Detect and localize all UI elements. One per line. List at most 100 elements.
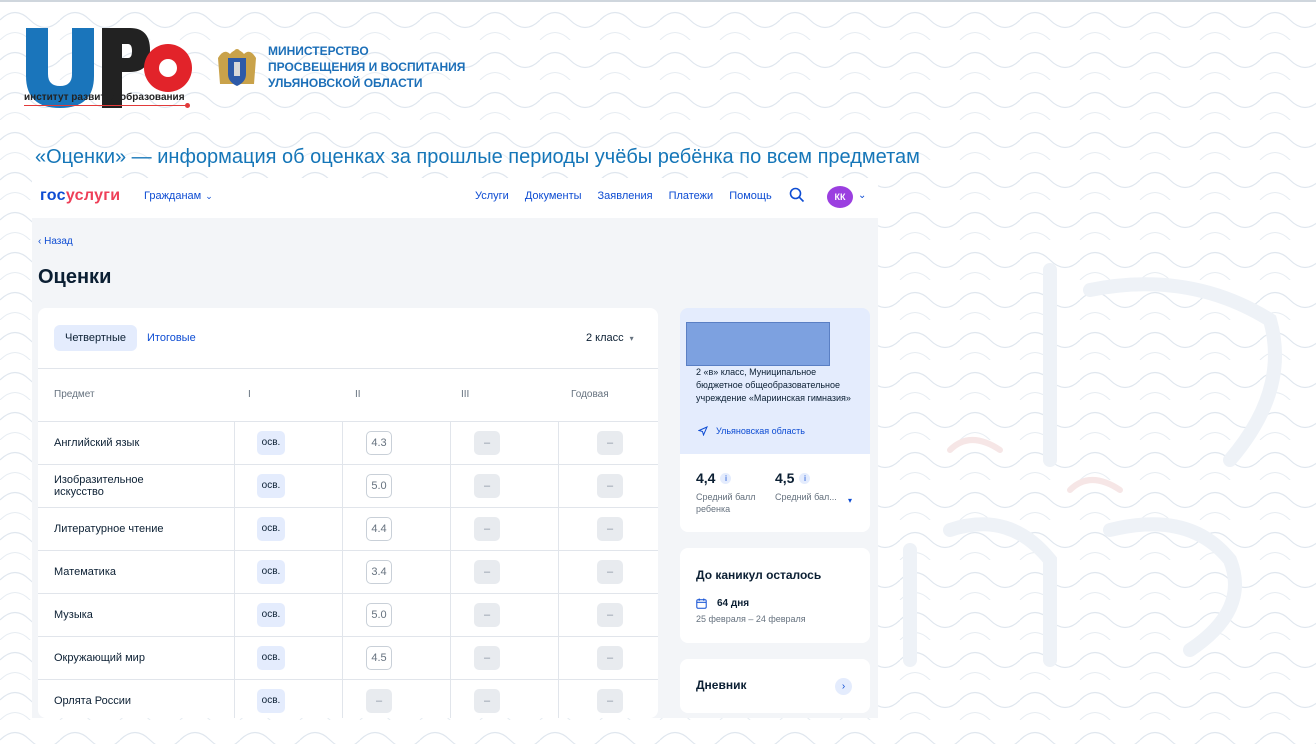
column-divider bbox=[450, 637, 451, 679]
column-divider bbox=[558, 422, 559, 464]
chevron-right-icon[interactable]: › bbox=[835, 678, 852, 695]
column-divider bbox=[342, 465, 343, 507]
vacation-title: До каникул осталось bbox=[696, 568, 822, 582]
info-icon[interactable]: i bbox=[720, 473, 732, 484]
subject-name: Окружающий мир bbox=[54, 652, 145, 664]
nav-item-documents[interactable]: Документы bbox=[525, 190, 582, 202]
grade-mastered-chip[interactable]: осв. bbox=[257, 560, 285, 584]
ministry-name: МИНИСТЕРСТВО ПРОСВЕЩЕНИЯ И ВОСПИТАНИЯ УЛ… bbox=[268, 43, 465, 91]
main-nav: Услуги Документы Заявления Платежи Помощ… bbox=[475, 190, 772, 202]
column-divider bbox=[558, 508, 559, 550]
vacation-card: До каникул осталось 64 дня 25 февраля – … bbox=[680, 548, 870, 643]
ministry-line: ПРОСВЕЩЕНИЯ И ВОСПИТАНИЯ bbox=[268, 60, 466, 74]
column-divider bbox=[234, 551, 235, 593]
average-class: 4,5 i Средний бал... bbox=[775, 470, 849, 503]
table-row: Изобразительное искусство осв. 5.0 – – bbox=[38, 465, 658, 508]
tab-quarterly[interactable]: Четвертные bbox=[54, 325, 137, 351]
grade-empty-chip: – bbox=[474, 474, 500, 498]
ministry-line: УЛЬЯНОВСКОЙ ОБЛАСТИ bbox=[268, 76, 423, 90]
grade-empty-chip: – bbox=[597, 646, 623, 670]
grade-value-chip[interactable]: 5.0 bbox=[366, 603, 392, 627]
grade-mastered-chip[interactable]: осв. bbox=[257, 646, 285, 670]
subject-name: Английский язык bbox=[54, 437, 140, 449]
nav-item-applications[interactable]: Заявления bbox=[598, 190, 653, 202]
average-class-value: 4,5 bbox=[775, 470, 795, 486]
average-child: 4,4 i Средний балл ребенка bbox=[696, 470, 770, 515]
class-select[interactable]: 2 класс ▾ bbox=[586, 332, 634, 344]
grade-value-chip[interactable]: 3.4 bbox=[366, 560, 392, 584]
column-divider bbox=[342, 422, 343, 464]
grade-mastered-chip[interactable]: осв. bbox=[257, 517, 285, 541]
region: Ульяновская область bbox=[698, 426, 805, 436]
citizens-dropdown[interactable]: Гражданам ⌄ bbox=[144, 190, 213, 202]
search-icon[interactable] bbox=[789, 187, 805, 203]
column-divider bbox=[450, 594, 451, 636]
column-divider bbox=[342, 508, 343, 550]
avatar[interactable]: КК bbox=[827, 186, 853, 208]
grade-empty-chip: – bbox=[597, 560, 623, 584]
slide: институт развития образования МИНИСТЕРСТ… bbox=[0, 0, 1316, 744]
ministry-line: МИНИСТЕРСТВО bbox=[268, 44, 369, 58]
info-icon[interactable]: i bbox=[799, 473, 811, 484]
page-area: ‹ Назад Оценки Четвертные Итоговые 2 кла… bbox=[32, 218, 878, 718]
column-divider bbox=[234, 594, 235, 636]
average-child-label: Средний балл ребенка bbox=[696, 492, 756, 514]
vacation-range: 25 февраля – 24 февраля bbox=[696, 614, 806, 624]
grade-empty-chip: – bbox=[597, 603, 623, 627]
column-divider bbox=[450, 680, 451, 718]
grade-value-chip[interactable]: 4.3 bbox=[366, 431, 392, 455]
grade-empty-chip: – bbox=[597, 431, 623, 455]
average-class-label: Средний бал... bbox=[775, 492, 837, 502]
grade-empty-chip: – bbox=[597, 689, 623, 713]
grade-empty-chip: – bbox=[366, 689, 392, 713]
tab-final[interactable]: Итоговые bbox=[136, 325, 207, 351]
grade-value-chip[interactable]: 5.0 bbox=[366, 474, 392, 498]
grade-mastered-chip[interactable]: осв. bbox=[257, 474, 285, 498]
class-select-value: 2 класс bbox=[586, 332, 624, 344]
grade-value-chip[interactable]: 4.4 bbox=[366, 517, 392, 541]
back-link[interactable]: ‹ Назад bbox=[38, 236, 73, 247]
table-row: Окружающий мир осв. 4.5 – – bbox=[38, 637, 658, 680]
column-divider bbox=[558, 594, 559, 636]
table-row: Орлята России осв. – – – bbox=[38, 680, 658, 718]
column-divider bbox=[450, 422, 451, 464]
grade-mastered-chip[interactable]: осв. bbox=[257, 431, 285, 455]
column-header-subject: Предмет bbox=[54, 389, 95, 400]
caret-down-icon[interactable]: ▾ bbox=[848, 496, 852, 505]
irr-underline bbox=[24, 103, 190, 108]
logo-part-uslugi: услуги bbox=[65, 187, 121, 204]
redacted-name-block bbox=[686, 322, 830, 366]
top-divider bbox=[0, 0, 1316, 2]
subject-name: Музыка bbox=[54, 609, 93, 621]
region-label: Ульяновская область bbox=[716, 426, 805, 436]
grade-mastered-chip[interactable]: осв. bbox=[257, 689, 285, 713]
table-body: Английский язык осв. 4.3– – Изобразительное … bbox=[38, 422, 658, 718]
grade-mastered-chip[interactable]: осв. bbox=[257, 603, 285, 627]
diary-title: Дневник bbox=[696, 678, 747, 692]
page-title: Оценки bbox=[38, 266, 112, 288]
citizens-label: Гражданам bbox=[144, 190, 202, 202]
column-divider bbox=[234, 637, 235, 679]
table-row: Английский язык осв. 4.3 – – bbox=[38, 422, 658, 465]
school-description: 2 «в» класс, Муниципальное бюджетное общ… bbox=[696, 367, 851, 403]
grade-empty-chip: – bbox=[474, 603, 500, 627]
grade-empty-chip: – bbox=[597, 474, 623, 498]
diary-card[interactable]: Дневник › bbox=[680, 659, 870, 713]
nav-item-help[interactable]: Помощь bbox=[729, 190, 772, 202]
nav-item-services[interactable]: Услуги bbox=[475, 190, 509, 202]
table-row: Литературное чтение осв. 4.4 – – bbox=[38, 508, 658, 551]
calendar-icon bbox=[696, 598, 707, 609]
back-label: Назад bbox=[44, 236, 73, 247]
chevron-down-icon[interactable]: ⌄ bbox=[858, 190, 866, 201]
column-divider bbox=[558, 551, 559, 593]
table-row: Музыка осв. 5.0 – – bbox=[38, 594, 658, 637]
gosuslugi-header: госуслуги Гражданам ⌄ Услуги Документы За… bbox=[32, 178, 878, 218]
nav-item-payments[interactable]: Платежи bbox=[669, 190, 714, 202]
grade-empty-chip: – bbox=[474, 431, 500, 455]
column-divider bbox=[558, 680, 559, 718]
slide-title: «Оценки» — информация об оценках за прош… bbox=[35, 146, 920, 168]
column-divider bbox=[342, 680, 343, 718]
grade-value-chip[interactable]: 4.5 bbox=[366, 646, 392, 670]
gosuslugi-logo[interactable]: госуслуги bbox=[40, 187, 120, 205]
column-header-q1: I bbox=[248, 389, 251, 400]
